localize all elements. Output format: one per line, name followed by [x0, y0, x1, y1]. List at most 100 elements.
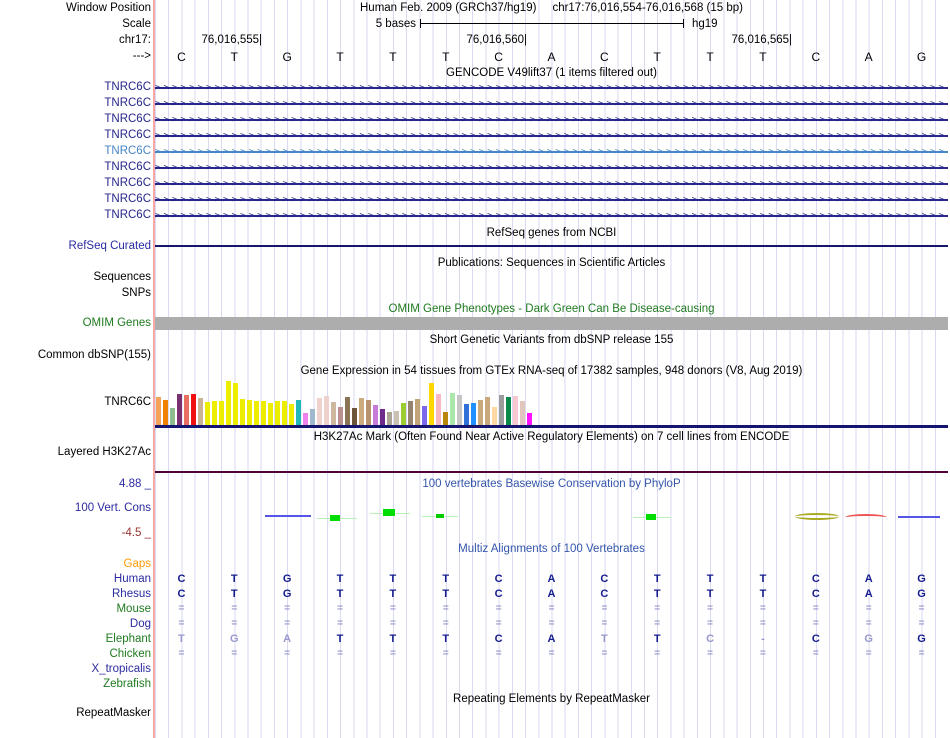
alignment-base: G [282, 573, 292, 585]
conservation-track-label[interactable]: 100 Vert. Cons [75, 502, 151, 514]
gtex-tissue-bar[interactable] [211, 401, 217, 425]
gtex-tissue-bar[interactable] [330, 402, 336, 425]
alignment-base: = [231, 618, 238, 629]
gtex-tissue-bar[interactable] [225, 381, 231, 425]
dbsnp-track-label[interactable]: Common dbSNP(155) [38, 349, 151, 361]
multiz-species-label-x_tropicalis[interactable]: X_tropicalis [92, 663, 151, 675]
gtex-tissue-bar[interactable] [337, 407, 343, 425]
gtex-tissue-bar[interactable] [421, 406, 427, 425]
gencode-gene-label[interactable]: TNRC6C [104, 81, 151, 93]
gencode-gene-line[interactable]: >>>>>>>>>>>>>>>>>>>>>>>>>>>>>>>>>>>>>>>>… [155, 99, 948, 109]
gtex-tissue-bar[interactable] [400, 403, 406, 425]
gtex-tissue-bar[interactable] [519, 401, 525, 425]
gtex-tissue-bar[interactable] [484, 397, 490, 425]
gtex-tissue-bar[interactable] [204, 402, 210, 425]
refseq-gene-line[interactable] [155, 245, 948, 247]
gtex-tissue-bar[interactable] [442, 412, 448, 425]
gtex-tissue-bar[interactable] [309, 409, 315, 425]
gtex-tissue-bar[interactable] [449, 393, 455, 425]
gtex-tissue-bar[interactable] [295, 400, 301, 425]
gtex-tissue-bar[interactable] [372, 405, 378, 425]
gencode-gene-line[interactable]: >>>>>>>>>>>>>>>>>>>>>>>>>>>>>>>>>>>>>>>>… [155, 83, 948, 93]
gencode-gene-line[interactable]: >>>>>>>>>>>>>>>>>>>>>>>>>>>>>>>>>>>>>>>>… [155, 163, 948, 173]
refseq-curated-track-label[interactable]: RefSeq Curated [69, 240, 151, 252]
h3k27ac-track-label[interactable]: Layered H3K27Ac [58, 446, 151, 458]
alignment-base: G [917, 573, 926, 585]
multiz-species-label-dog[interactable]: Dog [130, 618, 151, 630]
snps-track-label[interactable]: SNPs [122, 287, 151, 299]
gencode-gene-label[interactable]: TNRC6C [104, 129, 151, 141]
gencode-gene-label[interactable]: TNRC6C [104, 209, 151, 221]
gtex-tissue-bar[interactable] [351, 408, 357, 425]
ruler-tick-label: 76,016,560| [466, 34, 527, 46]
gencode-gene-line[interactable]: >>>>>>>>>>>>>>>>>>>>>>>>>>>>>>>>>>>>>>>>… [155, 195, 948, 205]
gencode-gene-label[interactable]: TNRC6C [104, 97, 151, 109]
gtex-tissue-bar[interactable] [512, 396, 518, 425]
gtex-tissue-bar[interactable] [435, 394, 441, 425]
gtex-tissue-bar[interactable] [218, 401, 224, 425]
gtex-tissue-bar[interactable] [456, 395, 462, 425]
multiz-species-label-zebrafish[interactable]: Zebrafish [103, 678, 151, 690]
gtex-tissue-bar[interactable] [190, 394, 196, 425]
gencode-gene-label[interactable]: TNRC6C [104, 193, 151, 205]
gtex-tissue-bar[interactable] [162, 400, 168, 425]
gtex-tissue-bar[interactable] [498, 395, 504, 425]
gtex-tissue-bar[interactable] [358, 398, 364, 425]
gtex-tissue-bar[interactable] [491, 407, 497, 425]
gencode-gene-line[interactable]: >>>>>>>>>>>>>>>>>>>>>>>>>>>>>>>>>>>>>>>>… [155, 179, 948, 189]
gtex-tissue-bar[interactable] [239, 399, 245, 425]
gencode-gene-line[interactable]: >>>>>>>>>>>>>>>>>>>>>>>>>>>>>>>>>>>>>>>>… [155, 115, 948, 125]
gtex-tissue-bar[interactable] [386, 412, 392, 425]
gtex-tissue-bar[interactable] [281, 401, 287, 425]
gtex-tissue-bar[interactable] [344, 397, 350, 425]
gtex-tissue-bar[interactable] [274, 401, 280, 425]
gtex-gene-label[interactable]: TNRC6C [104, 396, 151, 408]
gtex-tissue-bar[interactable] [428, 383, 434, 425]
gtex-tissue-bar[interactable] [197, 398, 203, 425]
gtex-tissue-bar[interactable] [407, 401, 413, 425]
gencode-gene-label[interactable]: TNRC6C [104, 145, 151, 157]
gtex-tissue-bar[interactable] [302, 413, 308, 425]
gtex-tissue-bar[interactable] [155, 397, 161, 425]
gencode-gene-line[interactable]: >>>>>>>>>>>>>>>>>>>>>>>>>>>>>>>>>>>>>>>>… [155, 147, 948, 157]
alignment-base: G [917, 633, 926, 645]
gtex-tissue-bar[interactable] [505, 397, 511, 425]
multiz-species-label-gaps[interactable]: Gaps [124, 558, 152, 570]
gtex-tissue-bar[interactable] [393, 411, 399, 425]
gtex-tissue-bar[interactable] [169, 408, 175, 425]
gtex-tissue-bar[interactable] [477, 400, 483, 425]
multiz-species-label-rhesus[interactable]: Rhesus [112, 588, 151, 600]
multiz-species-label-mouse[interactable]: Mouse [116, 603, 151, 615]
gencode-gene-label[interactable]: TNRC6C [104, 113, 151, 125]
base-letter: T [442, 50, 450, 64]
omim-genes-bar[interactable] [155, 317, 948, 330]
repeatmasker-track-label[interactable]: RepeatMasker [76, 707, 151, 719]
gtex-tissue-bar[interactable] [316, 398, 322, 425]
gencode-gene-line[interactable]: >>>>>>>>>>>>>>>>>>>>>>>>>>>>>>>>>>>>>>>>… [155, 131, 948, 141]
alignment-base: G [917, 588, 926, 600]
multiz-species-label-human[interactable]: Human [114, 573, 151, 585]
gtex-tissue-bar[interactable] [176, 394, 182, 425]
gencode-gene-line[interactable]: >>>>>>>>>>>>>>>>>>>>>>>>>>>>>>>>>>>>>>>>… [155, 211, 948, 221]
gtex-tissue-bar[interactable] [379, 409, 385, 425]
gencode-gene-label[interactable]: TNRC6C [104, 161, 151, 173]
multiz-species-label-chicken[interactable]: Chicken [109, 648, 151, 660]
gtex-tissue-bar[interactable] [253, 401, 259, 425]
gtex-tissue-bar[interactable] [267, 403, 273, 425]
gtex-tissue-bar[interactable] [463, 404, 469, 425]
gtex-tissue-bar[interactable] [183, 395, 189, 425]
gtex-tissue-bar[interactable] [232, 383, 238, 425]
gtex-tissue-bar[interactable] [414, 399, 420, 425]
omim-genes-track-label[interactable]: OMIM Genes [83, 317, 151, 329]
gtex-tissue-bar[interactable] [246, 400, 252, 425]
gtex-tissue-bar[interactable] [288, 404, 294, 425]
gencode-gene-label[interactable]: TNRC6C [104, 177, 151, 189]
gtex-tissue-bar[interactable] [323, 396, 329, 425]
multiz-species-label-elephant[interactable]: Elephant [106, 633, 151, 645]
gtex-tissue-bar[interactable] [260, 401, 266, 425]
gtex-tissue-bar[interactable] [365, 400, 371, 425]
gtex-tissue-bar[interactable] [526, 413, 532, 425]
gtex-tissue-bar[interactable] [470, 403, 476, 425]
sequences-track-label[interactable]: Sequences [93, 271, 151, 283]
base-letter: T [336, 50, 344, 64]
